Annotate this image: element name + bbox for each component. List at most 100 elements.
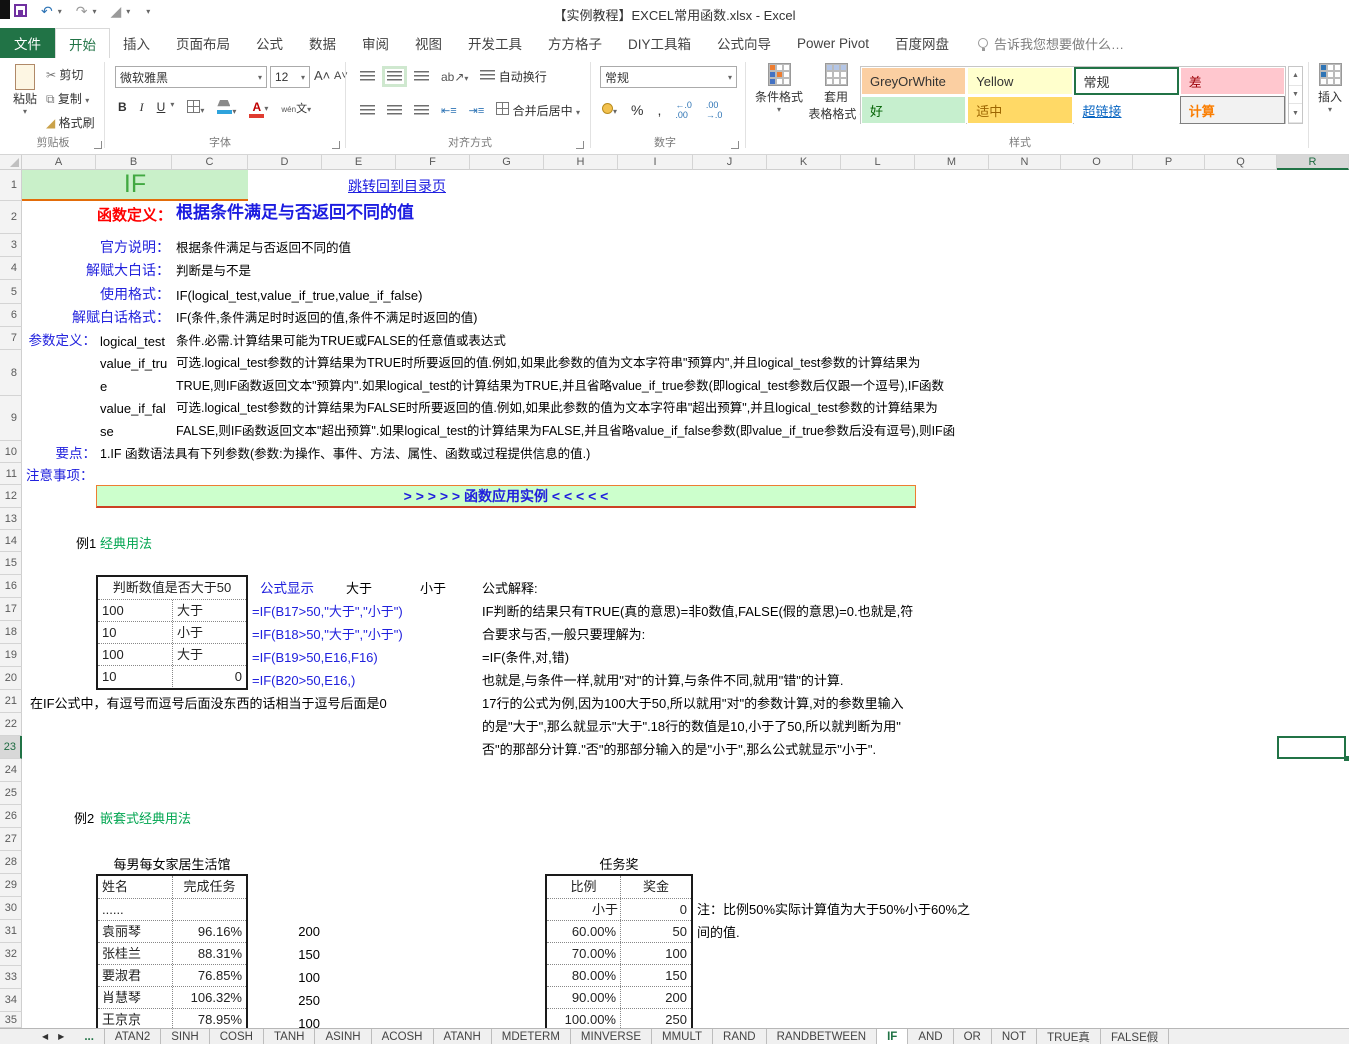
row-header-16[interactable]: 16 bbox=[0, 575, 22, 598]
italic-button[interactable]: I bbox=[140, 100, 144, 115]
font-size-combo[interactable]: 12▾ bbox=[270, 66, 310, 88]
column-header-M[interactable]: M bbox=[915, 155, 989, 170]
column-header-O[interactable]: O bbox=[1061, 155, 1133, 170]
column-header-F[interactable]: F bbox=[396, 155, 470, 170]
bonus-cell[interactable]: 100 bbox=[250, 968, 320, 987]
row-header-25[interactable]: 25 bbox=[0, 782, 22, 805]
bold-button[interactable]: B bbox=[118, 100, 127, 114]
row-header-33[interactable]: 33 bbox=[0, 966, 22, 989]
align-right-button[interactable] bbox=[414, 105, 429, 116]
row-header-34[interactable]: 34 bbox=[0, 989, 22, 1012]
column-header-E[interactable]: E bbox=[322, 155, 396, 170]
column-header-J[interactable]: J bbox=[693, 155, 767, 170]
alignment-dialog-launcher[interactable] bbox=[576, 141, 584, 149]
row-header-26[interactable]: 26 bbox=[0, 805, 22, 828]
conditional-formatting-button[interactable]: 条件格式 ▾ bbox=[752, 63, 806, 114]
sheet-tab-asinh[interactable]: ASINH bbox=[315, 1029, 371, 1044]
insert-cells-button[interactable]: 插入 ▾ bbox=[1314, 63, 1346, 114]
tab-formulas[interactable]: 公式 bbox=[243, 28, 296, 58]
tab-developer[interactable]: 开发工具 bbox=[455, 28, 535, 58]
number-dialog-launcher[interactable] bbox=[731, 141, 739, 149]
tab-home[interactable]: 开始 bbox=[55, 28, 110, 58]
gallery-more-icon[interactable]: ▼ bbox=[1289, 104, 1302, 123]
style-hyperlink[interactable]: 超链接 bbox=[1074, 96, 1179, 124]
formula-cell[interactable]: =IF(B17>50,"大于","小于") bbox=[252, 602, 403, 621]
tab-ffcell[interactable]: 方方格子 bbox=[535, 28, 615, 58]
row-header-18[interactable]: 18 bbox=[0, 621, 22, 644]
back-to-index-link[interactable]: 跳转回到目录页 bbox=[322, 177, 472, 196]
wrap-text-button[interactable]: 自动换行 bbox=[480, 68, 546, 85]
decrease-indent-button[interactable]: ⇤≡ bbox=[441, 104, 457, 117]
underline-dropdown-icon[interactable]: ▾ bbox=[170, 100, 174, 109]
style-good[interactable]: 好 bbox=[861, 96, 966, 124]
underline-button[interactable]: U bbox=[157, 100, 166, 114]
row-header-24[interactable]: 24 bbox=[0, 759, 22, 782]
row-header-21[interactable]: 21 bbox=[0, 690, 22, 713]
sheet-tab-not[interactable]: NOT bbox=[992, 1029, 1037, 1044]
paste-button[interactable]: 粘贴 ▾ bbox=[8, 64, 42, 116]
tab-insert[interactable]: 插入 bbox=[110, 28, 163, 58]
style-yellow[interactable]: Yellow bbox=[967, 67, 1072, 95]
column-header-Q[interactable]: Q bbox=[1205, 155, 1277, 170]
row-header-31[interactable]: 31 bbox=[0, 920, 22, 943]
row-header-32[interactable]: 32 bbox=[0, 943, 22, 966]
phonetic-guide-button[interactable]: wén文▾ bbox=[281, 100, 311, 116]
borders-button[interactable]: ▾ bbox=[187, 100, 204, 116]
tab-page-layout[interactable]: 页面布局 bbox=[163, 28, 243, 58]
style-greyorwhite[interactable]: GreyOrWhite bbox=[861, 67, 966, 95]
column-header-N[interactable]: N bbox=[989, 155, 1061, 170]
column-header-C[interactable]: C bbox=[172, 155, 248, 170]
tab-view[interactable]: 视图 bbox=[402, 28, 455, 58]
style-bad[interactable]: 差 bbox=[1180, 67, 1285, 95]
col-header-greater[interactable]: 大于 bbox=[322, 579, 396, 598]
gallery-scroll-up-icon[interactable]: ▲ bbox=[1289, 67, 1302, 86]
row-header-15[interactable]: 15 bbox=[0, 552, 22, 575]
row-header-10[interactable]: 10 bbox=[0, 441, 22, 463]
sheet-tab-and[interactable]: AND bbox=[908, 1029, 953, 1044]
sheet-nav-left-icon[interactable]: ◀ bbox=[42, 1032, 48, 1041]
tab-data[interactable]: 数据 bbox=[296, 28, 349, 58]
col-header-less[interactable]: 小于 bbox=[396, 579, 470, 598]
increase-indent-button[interactable]: ⇥≡ bbox=[469, 104, 485, 117]
row-header-3[interactable]: 3 bbox=[0, 234, 22, 257]
clipboard-dialog-launcher[interactable] bbox=[94, 141, 102, 149]
row-header-13[interactable]: 13 bbox=[0, 508, 22, 530]
gallery-scroll-down-icon[interactable]: ▼ bbox=[1289, 86, 1302, 105]
font-name-combo[interactable]: 微软雅黑▾ bbox=[115, 66, 267, 88]
increase-decimal-button[interactable]: ←.0.00 bbox=[675, 100, 692, 120]
font-dialog-launcher[interactable] bbox=[332, 141, 340, 149]
copy-button[interactable]: ⧉ 复制 ▾ bbox=[46, 90, 95, 107]
percent-style-button[interactable]: % bbox=[631, 102, 643, 118]
font-color-button[interactable]: A▾ bbox=[249, 100, 268, 118]
sheet-tab-acosh[interactable]: ACOSH bbox=[372, 1029, 434, 1044]
row-header-1[interactable]: 1 bbox=[0, 170, 22, 201]
column-header-P[interactable]: P bbox=[1133, 155, 1205, 170]
bonus-cell[interactable]: 150 bbox=[250, 945, 320, 964]
align-bottom-button[interactable] bbox=[414, 71, 429, 82]
column-header-R[interactable]: R bbox=[1277, 155, 1349, 170]
sheet-tab-atan2[interactable]: ATAN2 bbox=[105, 1029, 161, 1044]
bonus-cell[interactable]: 250 bbox=[250, 991, 320, 1010]
sheet-tab-true真[interactable]: TRUE真 bbox=[1037, 1029, 1101, 1044]
sheet-tab-false假[interactable]: FALSE假 bbox=[1101, 1029, 1169, 1044]
sheet-tab-randbetween[interactable]: RANDBETWEEN bbox=[767, 1029, 877, 1044]
sheet-tab-atanh[interactable]: ATANH bbox=[434, 1029, 492, 1044]
tab-power-pivot[interactable]: Power Pivot bbox=[784, 28, 882, 58]
sheet-nav-right-icon[interactable]: ▶ bbox=[58, 1032, 64, 1041]
sheet-tab-sinh[interactable]: SINH bbox=[161, 1029, 209, 1044]
decrease-decimal-button[interactable]: .00→.0 bbox=[706, 100, 723, 120]
sheet-tab-...[interactable]: ... bbox=[74, 1029, 105, 1044]
grow-font-button[interactable]: A˄ bbox=[314, 68, 330, 83]
tab-diy-toolbox[interactable]: DIY工具箱 bbox=[615, 28, 704, 58]
tab-baidu-netdisk[interactable]: 百度网盘 bbox=[882, 28, 962, 58]
tab-review[interactable]: 审阅 bbox=[349, 28, 402, 58]
formula-cell[interactable]: =IF(B18>50,"大于","小于") bbox=[252, 625, 403, 644]
column-header-D[interactable]: D bbox=[248, 155, 322, 170]
accounting-format-button[interactable]: ▾ bbox=[602, 103, 617, 117]
fill-color-button[interactable]: ▾ bbox=[217, 100, 236, 117]
tell-me-box[interactable]: 告诉我您想要做什么… bbox=[962, 28, 1124, 58]
row-header-23[interactable]: 23 bbox=[0, 736, 22, 759]
row-header-17[interactable]: 17 bbox=[0, 598, 22, 621]
formula-cell[interactable]: =IF(B20>50,E16,) bbox=[252, 671, 355, 690]
column-header-I[interactable]: I bbox=[618, 155, 693, 170]
